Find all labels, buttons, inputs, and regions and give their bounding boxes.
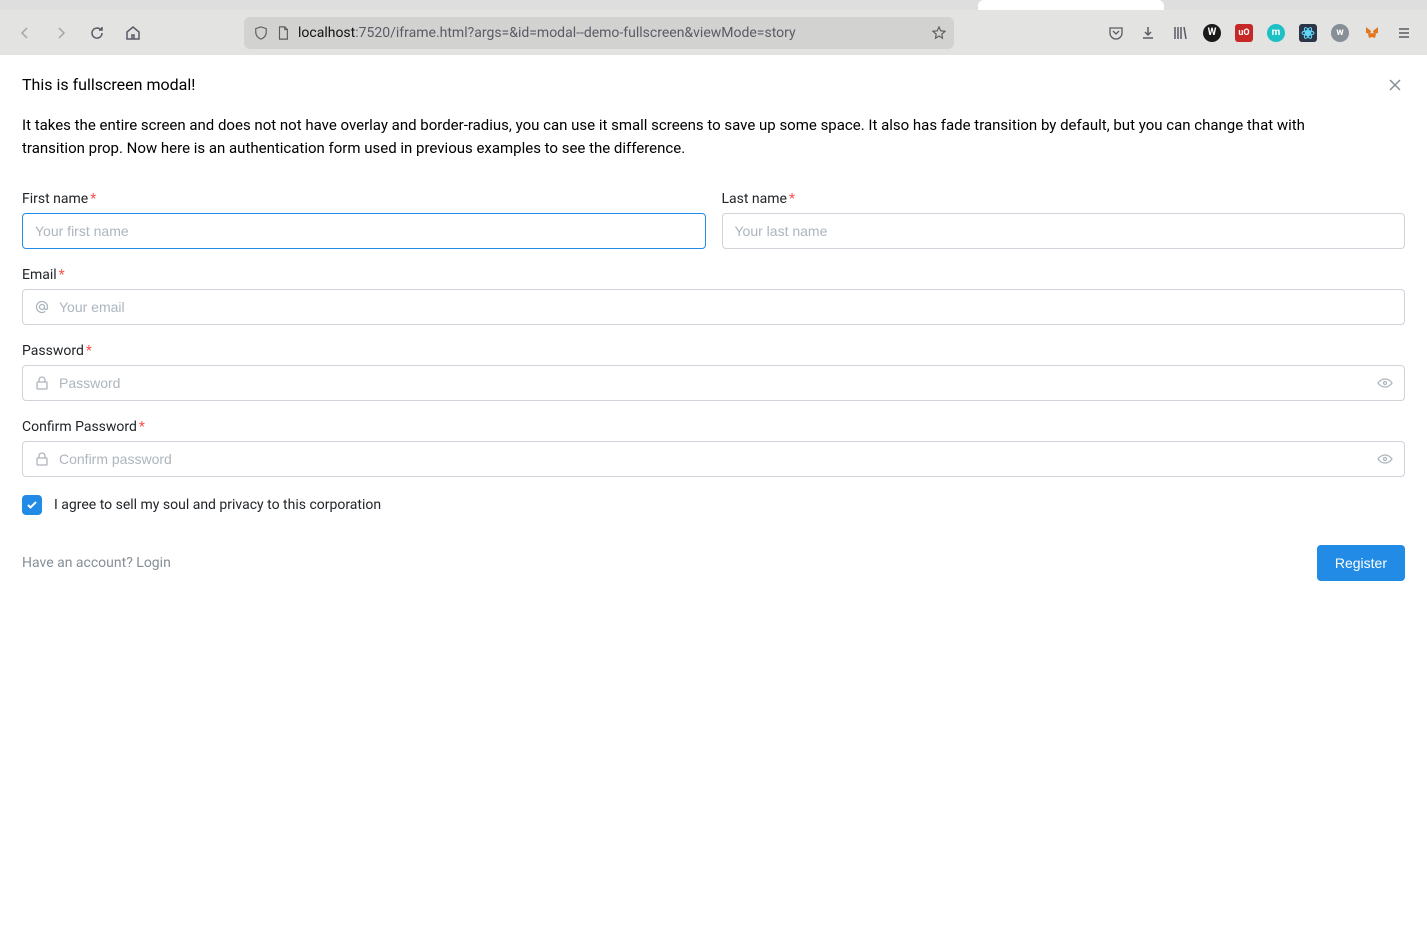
bookmark-star-icon[interactable] — [932, 26, 946, 40]
app-menu-icon[interactable] — [1395, 24, 1413, 42]
library-icon[interactable] — [1171, 24, 1189, 42]
extension-m-icon[interactable]: m — [1267, 24, 1285, 42]
first-name-label: First name* — [22, 191, 706, 207]
extension-w-icon[interactable]: W — [1203, 24, 1221, 42]
lock-icon — [34, 375, 50, 391]
url-text: localhost:7520/iframe.html?args=&id=moda… — [298, 25, 944, 41]
first-name-group: First name* — [22, 191, 706, 249]
extension-react-icon[interactable] — [1299, 24, 1317, 42]
reload-button[interactable] — [82, 18, 112, 48]
extension-ublock-icon[interactable]: uO — [1235, 24, 1253, 42]
back-button[interactable] — [10, 18, 40, 48]
pocket-icon[interactable] — [1107, 24, 1125, 42]
active-tab[interactable] — [978, 0, 1164, 10]
modal-content: This is fullscreen modal! It takes the e… — [0, 55, 1427, 601]
modal-description: It takes the entire screen and does not … — [22, 114, 1332, 161]
email-input[interactable] — [22, 289, 1405, 325]
toolbar-extensions: W uO m w — [1107, 24, 1417, 42]
last-name-label: Last name* — [722, 191, 1406, 207]
url-bar[interactable]: localhost:7520/iframe.html?args=&id=moda… — [244, 17, 954, 49]
last-name-group: Last name* — [722, 191, 1406, 249]
login-link[interactable]: Have an account? Login — [22, 555, 171, 571]
first-name-input[interactable] — [22, 213, 706, 249]
password-input[interactable] — [22, 365, 1405, 401]
modal-title: This is fullscreen modal! — [22, 75, 1405, 94]
eye-icon[interactable] — [1377, 375, 1393, 391]
confirm-password-label: Confirm Password* — [22, 419, 1405, 435]
page-icon — [276, 26, 290, 40]
eye-icon[interactable] — [1377, 451, 1393, 467]
agree-label[interactable]: I agree to sell my soul and privacy to t… — [54, 497, 381, 513]
extension-w2-icon[interactable]: w — [1331, 24, 1349, 42]
email-label: Email* — [22, 267, 1405, 283]
at-icon — [34, 299, 50, 315]
password-label: Password* — [22, 343, 1405, 359]
forward-button[interactable] — [46, 18, 76, 48]
extension-metamask-icon[interactable] — [1363, 24, 1381, 42]
email-group: Email* — [22, 267, 1405, 325]
register-button[interactable]: Register — [1317, 545, 1405, 581]
lock-icon — [34, 451, 50, 467]
shield-icon — [254, 26, 268, 40]
browser-chrome: localhost:7520/iframe.html?args=&id=moda… — [0, 0, 1427, 55]
password-group: Password* — [22, 343, 1405, 401]
confirm-password-input[interactable] — [22, 441, 1405, 477]
confirm-password-group: Confirm Password* — [22, 419, 1405, 477]
close-button[interactable] — [1381, 71, 1409, 99]
download-icon[interactable] — [1139, 24, 1157, 42]
agree-checkbox[interactable] — [22, 495, 42, 515]
tab-strip — [0, 0, 1427, 10]
browser-toolbar: localhost:7520/iframe.html?args=&id=moda… — [0, 10, 1427, 55]
last-name-input[interactable] — [722, 213, 1406, 249]
home-button[interactable] — [118, 18, 148, 48]
